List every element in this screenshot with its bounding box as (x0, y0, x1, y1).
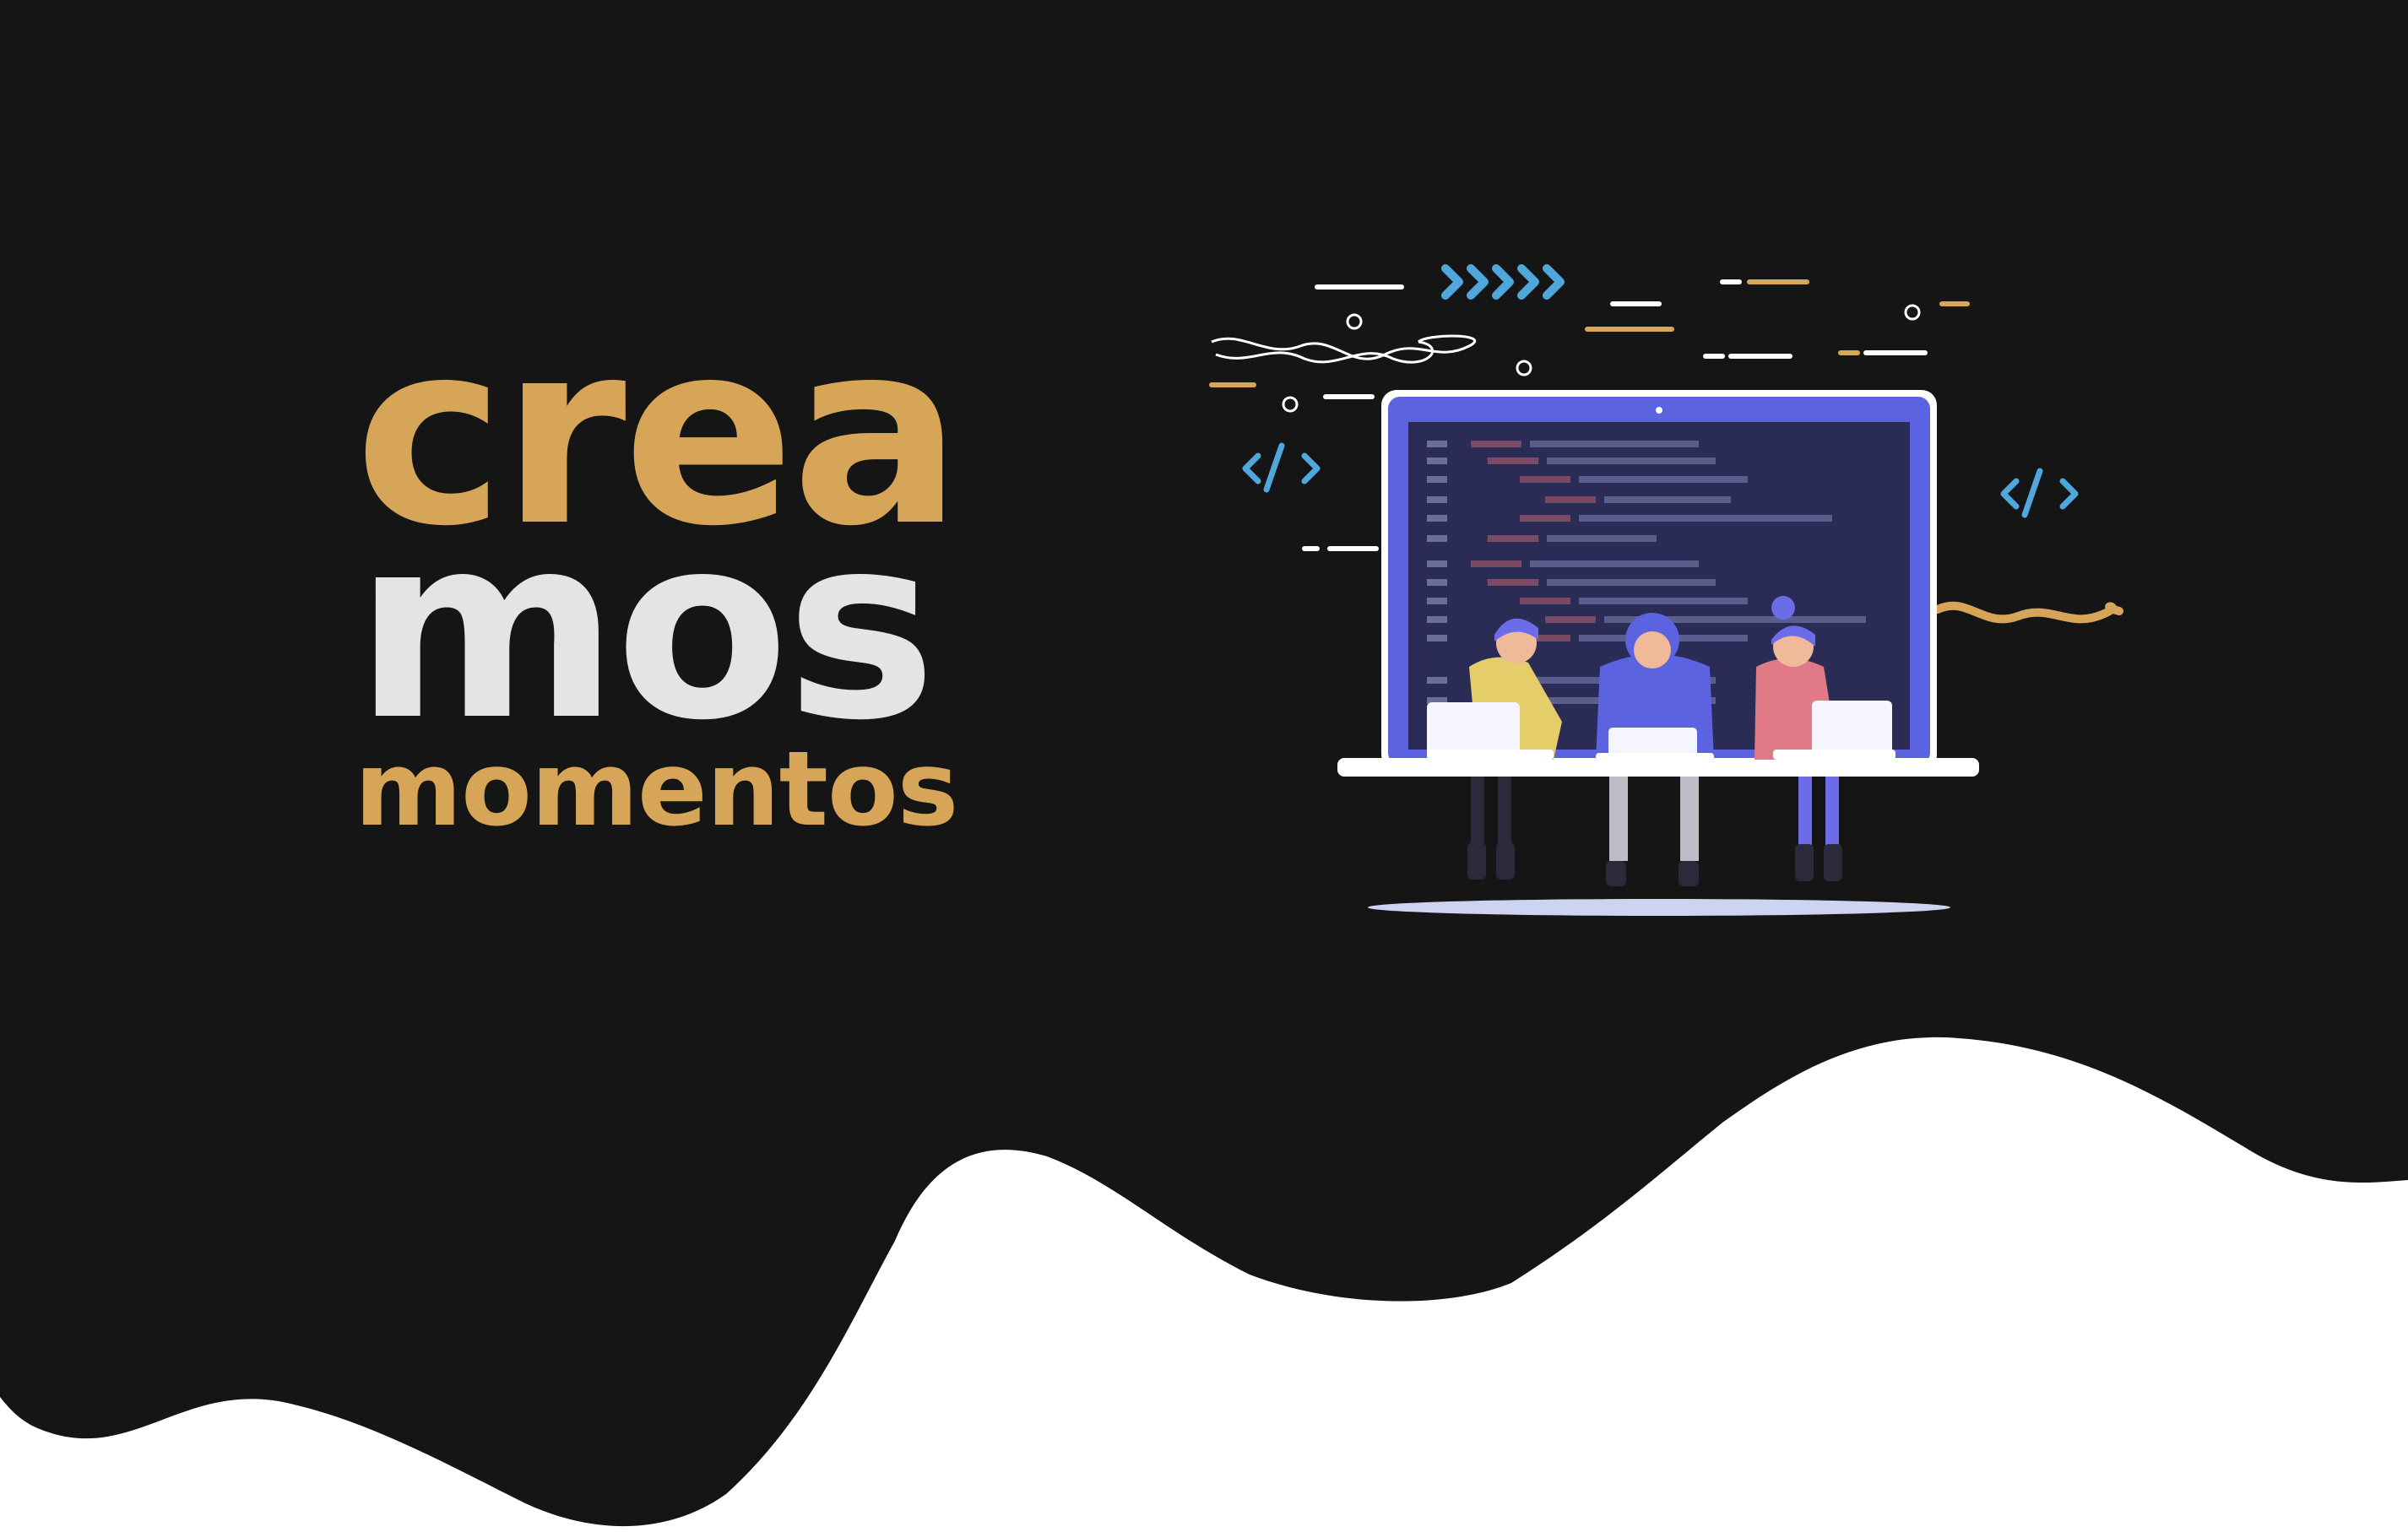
camera-icon (1656, 407, 1662, 414)
headline-line-3: momentos (355, 729, 958, 849)
floor-shadow (1368, 899, 1950, 916)
headline: crea mos momentos (355, 308, 996, 849)
headline-line-2: mos (355, 481, 936, 776)
hero-banner: crea mos momentos (0, 0, 2408, 1532)
